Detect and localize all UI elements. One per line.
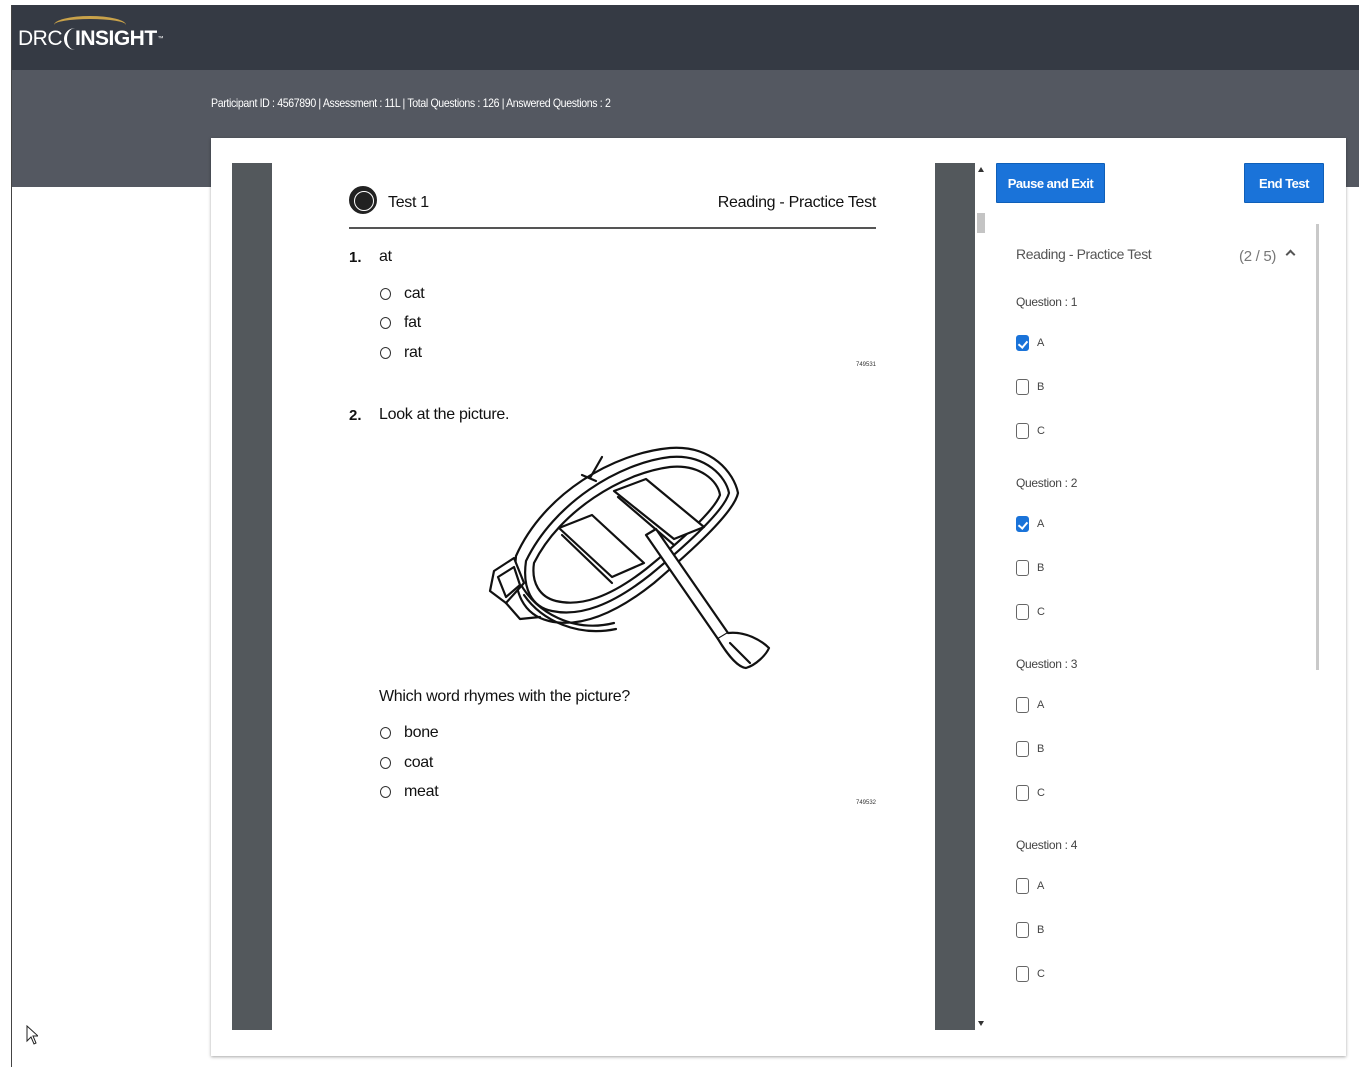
question-1-option: cat — [380, 285, 425, 303]
option-label: bone — [404, 724, 439, 741]
page-test-label: Test 1 — [388, 194, 429, 211]
question-2-option: coat — [380, 754, 433, 772]
radio-bubble-icon — [380, 786, 391, 798]
tabe-logo-icon — [349, 186, 377, 214]
radio-bubble-icon — [380, 727, 391, 739]
option-label: fat — [404, 314, 421, 331]
logo-trademark: ™ — [157, 36, 164, 42]
radio-bubble-icon — [380, 347, 391, 359]
option-label: cat — [404, 285, 425, 302]
answer-checkbox[interactable] — [1016, 604, 1029, 620]
answer-option[interactable]: C — [1016, 966, 1045, 982]
logo-arc-icon — [64, 28, 76, 50]
answer-option[interactable]: B — [1016, 922, 1044, 938]
answer-letter: C — [1037, 968, 1045, 980]
radio-bubble-icon — [380, 288, 391, 300]
question-2-number: 2. — [349, 407, 362, 424]
answer-option[interactable]: A — [1016, 335, 1044, 351]
answer-option[interactable]: C — [1016, 604, 1045, 620]
scroll-down-arrow-icon[interactable] — [978, 1021, 984, 1026]
answer-letter: A — [1037, 337, 1045, 349]
answer-letter: B — [1037, 924, 1045, 936]
answer-checkbox[interactable] — [1016, 423, 1029, 439]
pause-and-exit-button[interactable]: Pause and Exit — [996, 163, 1105, 203]
app-window: DRC INSIGHT ™ Participant ID : 4567890 |… — [11, 5, 1359, 1067]
answer-checkbox[interactable] — [1016, 878, 1029, 894]
answer-option[interactable]: B — [1016, 560, 1044, 576]
rowboat-image — [488, 446, 771, 670]
end-test-button[interactable]: End Test — [1244, 163, 1324, 203]
answer-option[interactable]: A — [1016, 516, 1044, 532]
chevron-up-icon[interactable] — [1285, 248, 1295, 258]
radio-bubble-icon — [380, 757, 391, 769]
question-2-option: meat — [380, 783, 439, 801]
question-label: Question : 3 — [1016, 657, 1078, 671]
panel-scrollbar[interactable] — [1316, 224, 1319, 670]
question-2-option: bone — [380, 724, 439, 742]
answer-letter: C — [1037, 787, 1045, 799]
question-1-number: 1. — [349, 249, 362, 266]
question-1-option: fat — [380, 314, 421, 332]
question-2-prompt: Look at the picture. — [379, 406, 510, 423]
answer-checkbox[interactable] — [1016, 966, 1029, 982]
answer-checkbox[interactable] — [1016, 516, 1029, 532]
logo-swoosh-icon — [54, 16, 126, 34]
question-2-sub-prompt: Which word rhymes with the picture? — [379, 688, 630, 705]
document-viewer[interactable]: Test 1 Reading - Practice Test 1. at cat… — [232, 163, 975, 1030]
participant-info: Participant ID : 4567890 | Assessment : … — [211, 96, 611, 110]
question-label: Question : 2 — [1016, 476, 1078, 490]
answer-checkbox[interactable] — [1016, 785, 1029, 801]
question-2-item-code: 749532 — [856, 800, 877, 806]
viewer-gutter-right — [935, 163, 975, 1030]
answered-count: (2 / 5) — [1239, 248, 1277, 265]
answer-letter: A — [1037, 880, 1045, 892]
answer-letter: A — [1037, 699, 1045, 711]
drc-insight-logo: DRC INSIGHT ™ — [18, 16, 164, 52]
answer-option[interactable]: A — [1016, 878, 1044, 894]
answer-option[interactable]: B — [1016, 379, 1044, 395]
page-subject-label: Reading - Practice Test — [717, 194, 877, 211]
question-1-option: rat — [380, 344, 422, 362]
answer-checkbox[interactable] — [1016, 922, 1029, 938]
question-label: Question : 1 — [1016, 295, 1078, 309]
radio-bubble-icon — [380, 317, 391, 329]
answer-checkbox[interactable] — [1016, 335, 1029, 351]
answer-option[interactable]: A — [1016, 697, 1044, 713]
panel-title: Reading - Practice Test — [1016, 246, 1152, 262]
answer-letter: A — [1037, 518, 1045, 530]
answer-letter: C — [1037, 606, 1045, 618]
test-card: Test 1 Reading - Practice Test 1. at cat… — [211, 138, 1346, 1056]
top-bar: DRC INSIGHT ™ — [12, 5, 1359, 70]
option-label: meat — [404, 783, 439, 800]
viewer-scrollbar[interactable] — [975, 163, 987, 1030]
question-1-item-code: 749531 — [856, 362, 877, 368]
answer-checkbox[interactable] — [1016, 560, 1029, 576]
answer-letter: B — [1037, 381, 1045, 393]
answer-option[interactable]: C — [1016, 423, 1045, 439]
option-label: rat — [404, 344, 422, 361]
page-header-rule — [349, 227, 876, 229]
scroll-thumb[interactable] — [977, 213, 985, 233]
viewer-gutter-left — [232, 163, 272, 1030]
question-label: Question : 4 — [1016, 838, 1078, 852]
answer-letter: B — [1037, 743, 1045, 755]
mouse-cursor-icon — [26, 1025, 38, 1045]
answer-option[interactable]: C — [1016, 785, 1045, 801]
answer-option[interactable]: B — [1016, 741, 1044, 757]
document-page: Test 1 Reading - Practice Test 1. at cat… — [272, 163, 935, 1030]
answer-letter: B — [1037, 562, 1045, 574]
answer-letter: C — [1037, 425, 1045, 437]
option-label: coat — [404, 754, 434, 771]
question-1-prompt: at — [379, 248, 392, 265]
answer-checkbox[interactable] — [1016, 379, 1029, 395]
scroll-up-arrow-icon[interactable] — [978, 167, 984, 172]
answer-checkbox[interactable] — [1016, 697, 1029, 713]
answer-checkbox[interactable] — [1016, 741, 1029, 757]
